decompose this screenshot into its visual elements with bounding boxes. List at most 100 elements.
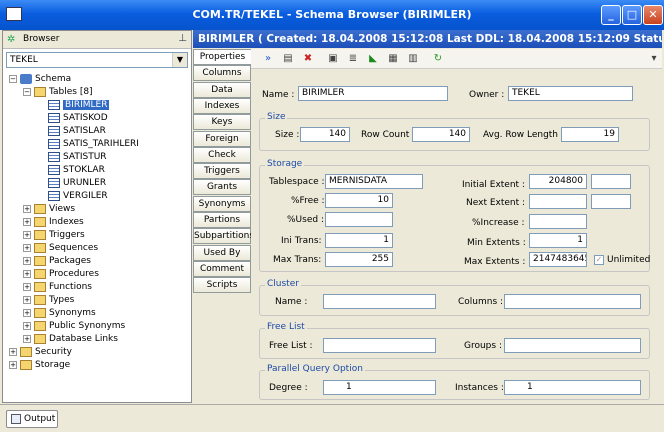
expand-icon[interactable]: + (9, 360, 17, 369)
tree-node-table[interactable]: SATIS_TARIHLERI (48, 138, 139, 151)
pin-icon[interactable]: ⊥ (178, 33, 187, 44)
tab-grants[interactable]: Grants (193, 179, 251, 196)
folder-icon (34, 216, 46, 227)
expand-icon[interactable]: + (23, 204, 31, 213)
tab-scripts[interactable]: Scripts (193, 277, 251, 294)
tree-node-storage[interactable]: + Storage (9, 359, 70, 372)
expand-icon[interactable]: + (23, 295, 31, 304)
script-icon[interactable]: ▣ (326, 52, 340, 66)
tree-node-table[interactable]: SATISTUR (48, 151, 107, 164)
tree-node-table[interactable]: BIRIMLER (48, 99, 110, 112)
maximize-button[interactable]: □ (622, 5, 642, 25)
tree-node-table[interactable]: SATISLAR (48, 125, 106, 138)
expand-icon[interactable]: + (23, 243, 31, 252)
tree-node-types[interactable]: + Types (23, 294, 74, 307)
tree-node-table[interactable]: STOKLAR (48, 164, 105, 177)
tree-node-public-synonyms[interactable]: + Public Synonyms (23, 320, 125, 333)
schema-select[interactable]: TEKEL ▼ (6, 52, 188, 68)
initrans-field[interactable]: 1 (325, 233, 393, 248)
expand-icon[interactable]: + (9, 347, 17, 356)
groups-label: Groups : (464, 341, 502, 351)
tree-node-security[interactable]: + Security (9, 346, 72, 359)
tree-node-label: Schema (35, 74, 72, 84)
dropdown-icon[interactable]: ▾ (647, 52, 661, 66)
tab-columns[interactable]: Columns (193, 65, 251, 82)
drop-icon[interactable]: ✖ (301, 52, 315, 66)
unlimited-checkbox[interactable]: ✓ (594, 255, 604, 265)
refresh-icon[interactable]: ↻ (431, 52, 445, 66)
rowcount-field[interactable]: 140 (412, 127, 470, 142)
property-tabs: Properties Columns Data Indexes Keys Foreign … (193, 49, 254, 294)
pctinc-field[interactable] (529, 214, 587, 229)
tree-node-database-links[interactable]: + Database Links (23, 333, 118, 346)
expand-icon[interactable]: + (23, 256, 31, 265)
close-button[interactable]: ✕ (643, 5, 663, 25)
tab-triggers[interactable]: Triggers (193, 163, 251, 180)
owner-field[interactable]: TEKEL (508, 86, 633, 101)
chevron-down-icon[interactable]: ▼ (172, 53, 187, 67)
freelist-field[interactable] (323, 338, 436, 353)
tree-node-triggers[interactable]: + Triggers (23, 229, 85, 242)
tree-node-table[interactable]: SATISKOD (48, 112, 108, 125)
nextext-unit-field[interactable] (591, 194, 631, 209)
collapse-icon[interactable]: − (9, 74, 17, 83)
forward-icon[interactable]: » (261, 52, 275, 66)
tab-subpartitions[interactable]: Subpartitions (193, 228, 254, 245)
tree-node-table[interactable]: URUNLER (48, 177, 106, 190)
expand-icon[interactable]: + (23, 308, 31, 317)
initext-field[interactable]: 204800 (529, 174, 587, 189)
collapse-icon[interactable]: − (23, 87, 31, 96)
maxtrans-field[interactable]: 255 (325, 252, 393, 267)
tree-node-label: Views (49, 204, 76, 214)
tree-node-functions[interactable]: + Functions (23, 281, 92, 294)
tree-node-synonyms[interactable]: + Synonyms (23, 307, 96, 320)
export-icon[interactable]: ▦ (386, 52, 400, 66)
minext-field[interactable]: 1 (529, 233, 587, 248)
tab-used-by[interactable]: Used By (193, 244, 251, 261)
maxext-field[interactable]: 2147483645 (529, 252, 587, 267)
tab-partions[interactable]: Partions (193, 212, 251, 228)
pctused-field[interactable] (325, 212, 393, 227)
tree-node-packages[interactable]: + Packages (23, 255, 91, 268)
tree-node-indexes[interactable]: + Indexes (23, 216, 84, 229)
tablespace-field[interactable]: MERNISDATA (325, 174, 423, 189)
chart-icon[interactable]: ◣ (366, 52, 380, 66)
tree-node-tables[interactable]: − Tables [8] (23, 86, 93, 99)
tree-node-procedures[interactable]: + Procedures (23, 268, 99, 281)
tree-node-schema[interactable]: − Schema (9, 73, 71, 86)
nextext-field[interactable] (529, 194, 587, 209)
tab-data[interactable]: Data (193, 81, 251, 98)
degree-field[interactable]: 1 (323, 380, 436, 395)
tab-foreign-keys[interactable]: Foreign Keys (193, 130, 251, 158)
minimize-button[interactable]: _ (601, 5, 621, 25)
expand-icon[interactable]: + (23, 321, 31, 330)
tree-node-table[interactable]: VERGILER (48, 190, 108, 203)
cluster-columns-field[interactable] (504, 294, 641, 309)
tree-node-views[interactable]: + Views (23, 203, 75, 216)
tab-check[interactable]: Check (193, 146, 251, 163)
groups-field[interactable] (504, 338, 641, 353)
expand-icon[interactable]: + (23, 282, 31, 291)
instances-field[interactable]: 1 (504, 380, 641, 395)
name-field[interactable]: BIRIMLER (298, 86, 448, 101)
size-field[interactable]: 140 (300, 127, 350, 142)
pctfree-field[interactable]: 10 (325, 193, 393, 208)
tab-properties[interactable]: Properties (193, 49, 251, 65)
expand-icon[interactable]: + (23, 230, 31, 239)
tree-node-sequences[interactable]: + Sequences (23, 242, 98, 255)
tab-comment[interactable]: Comment (193, 260, 251, 277)
tab-keys[interactable]: Keys (193, 114, 251, 131)
tab-indexes[interactable]: Indexes (193, 97, 251, 114)
initext-unit-field[interactable] (591, 174, 631, 189)
tab-synonyms[interactable]: Synonyms (193, 195, 251, 212)
owner-label: Owner : (469, 90, 505, 100)
expand-icon[interactable]: + (23, 269, 31, 278)
properties-icon[interactable]: ▤ (281, 52, 295, 66)
filter-icon[interactable]: ≣ (346, 52, 360, 66)
copy-icon[interactable]: ▥ (406, 52, 420, 66)
avgrow-field[interactable]: 19 (561, 127, 619, 142)
expand-icon[interactable]: + (23, 334, 31, 343)
expand-icon[interactable]: + (23, 217, 31, 226)
cluster-name-field[interactable] (323, 294, 436, 309)
output-button[interactable]: Output (6, 410, 58, 428)
